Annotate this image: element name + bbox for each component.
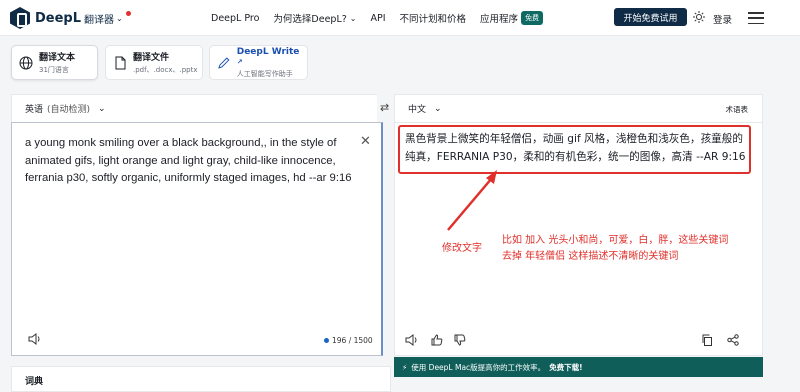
clear-text-icon[interactable]: ✕ xyxy=(360,134,371,149)
deepl-logo[interactable]: DeepL xyxy=(10,7,81,29)
main-nav: DeepL Pro 为何选择DeepL? ⌄ API 不同计划和价格 应用程序 免费 xyxy=(211,11,544,26)
notification-dot xyxy=(125,11,131,16)
source-language-selector[interactable]: 英语 (自动检测) ⌄ xyxy=(12,95,377,123)
globe-icon xyxy=(19,56,33,69)
deepl-logo-icon xyxy=(10,7,30,29)
tab-translate-text[interactable]: 翻译文本 31门语言 xyxy=(11,45,98,80)
brand-name: DeepL xyxy=(35,10,82,26)
thumbs-up-icon[interactable] xyxy=(431,334,443,346)
tab-translate-files-title: 翻译文件 xyxy=(133,53,170,63)
tab-translate-files-sub: .pdf、.docx、.pptx xyxy=(133,66,198,74)
annotation-label: 修改文字 xyxy=(442,243,482,254)
tab-deepl-write-title: DeepL Write ↗ xyxy=(237,47,307,67)
dictionary-title: 词典 xyxy=(25,377,44,387)
chevron-down-icon: ⌄ xyxy=(349,13,357,23)
tab-translate-text-title: 翻译文本 xyxy=(39,53,76,63)
pen-icon xyxy=(218,56,230,69)
tab-deepl-write-sub: 人工智能写作助手 xyxy=(236,69,293,78)
dictionary-section: 词典 xyxy=(11,366,391,392)
annotation-note-line-2: 去掉 年轻僧侣 这样描述不清晰的关键词 xyxy=(502,250,679,262)
translator-menu-label: 翻译器 xyxy=(84,15,114,26)
chevron-down-icon: ⌄ xyxy=(434,103,442,114)
glossary-button[interactable]: 术语表 xyxy=(726,104,749,115)
download-link[interactable]: 免费下载! xyxy=(549,362,582,373)
character-count-text: 196 / 1500 xyxy=(332,336,373,345)
nav-apps[interactable]: 应用程序 免费 xyxy=(480,11,544,25)
translated-text[interactable]: 黑色背景上微笑的年轻僧侣，动画 gif 风格，浅橙色和浅灰色，孩童般的纯真，FE… xyxy=(405,131,750,166)
lightning-icon: ⚡ xyxy=(402,362,408,372)
annotation-arrow-icon xyxy=(447,170,497,231)
nav-deepl-pro[interactable]: DeepL Pro xyxy=(211,11,259,25)
share-icon[interactable] xyxy=(727,334,739,346)
start-free-trial-button[interactable]: 开始免费试用 xyxy=(614,8,687,26)
nav-why-deepl[interactable]: 为何选择DeepL? ⌄ xyxy=(273,11,357,26)
nav-why-deepl-label: 为何选择DeepL? xyxy=(273,14,347,25)
tab-deepl-write-title-text: DeepL Write xyxy=(236,46,300,57)
target-language-selector[interactable]: 中文 ⌄ xyxy=(395,95,762,123)
source-language: 英语 xyxy=(25,105,44,115)
copy-icon[interactable] xyxy=(701,334,713,346)
character-count: 196 / 1500 xyxy=(324,336,373,345)
nav-pricing[interactable]: 不同计划和价格 xyxy=(400,11,467,25)
annotation-note-line-1: 比如 加入 光头小和尚，可爱，白，胖，这些关键词 xyxy=(502,235,729,246)
status-dot xyxy=(324,338,329,343)
source-text: a young monk smiling over a black backgr… xyxy=(25,137,352,184)
file-icon xyxy=(115,56,126,69)
thumbs-down-icon[interactable] xyxy=(454,334,466,346)
speaker-icon[interactable] xyxy=(28,333,42,345)
tab-deepl-write[interactable]: DeepL Write ↗ 人工智能写作助手 xyxy=(209,45,308,80)
top-navbar: DeepL 翻译器 ⌄ DeepL Pro 为何选择DeepL? ⌄ API 不同… xyxy=(0,0,800,36)
tab-translate-text-sub: 31门语言 xyxy=(39,66,69,74)
banner-text: 使用 DeepL Mac版提高你的工作效率。 xyxy=(411,362,546,372)
tab-translate-files[interactable]: 翻译文件 .pdf、.docx、.pptx xyxy=(105,45,203,80)
auto-detect-label: (自动检测) xyxy=(47,105,91,115)
chevron-down-icon: ⌄ xyxy=(98,103,106,114)
nav-api[interactable]: API xyxy=(371,11,386,25)
speaker-icon[interactable] xyxy=(405,334,419,346)
target-language: 中文 xyxy=(408,105,427,115)
theme-toggle-icon[interactable] xyxy=(693,11,705,23)
chevron-down-icon: ⌄ xyxy=(116,14,123,23)
translator-menu[interactable]: 翻译器 ⌄ xyxy=(84,11,131,26)
login-link[interactable]: 登录 xyxy=(713,12,732,26)
mac-app-banner[interactable]: ⚡ 使用 DeepL Mac版提高你的工作效率。 免费下载! xyxy=(394,357,763,377)
nav-apps-label: 应用程序 xyxy=(480,14,519,25)
annotation-note: 比如 加入 光头小和尚，可爱，白，胖，这些关键词 去掉 年轻僧侣 这样描述不清晰… xyxy=(502,233,762,264)
external-link-icon: ↗ xyxy=(236,57,243,66)
swap-languages-icon[interactable]: ⇄ xyxy=(380,101,389,114)
source-textarea[interactable]: a young monk smiling over a black backgr… xyxy=(11,122,383,356)
menu-icon[interactable] xyxy=(748,12,764,24)
free-badge: 免费 xyxy=(521,11,544,25)
